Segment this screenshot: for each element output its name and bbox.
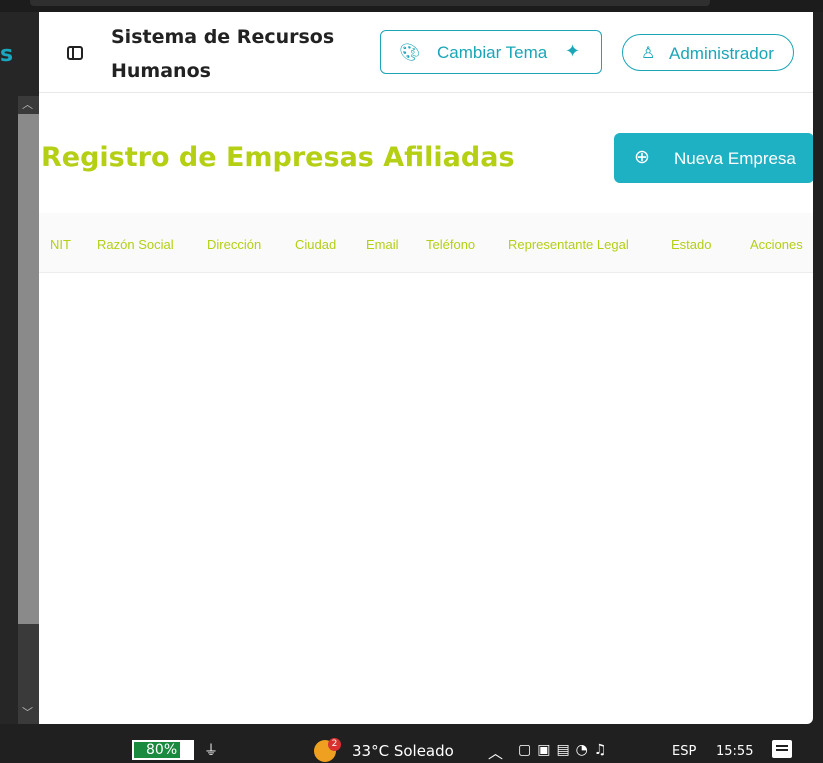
- column-header-razon-social[interactable]: Razón Social: [97, 237, 174, 252]
- column-header-telefono[interactable]: Teléfono: [426, 237, 475, 252]
- app-window: Sistema de Recursos Humanos 🎨︎ Cambiar T…: [39, 12, 813, 724]
- plug-icon: ⏚: [204, 743, 218, 759]
- user-menu-button[interactable]: ♙ Administrador: [622, 34, 794, 71]
- background-window-letter: s: [0, 42, 14, 67]
- weather-badge: 2: [328, 738, 341, 751]
- column-header-email[interactable]: Email: [366, 237, 399, 252]
- column-header-ciudad[interactable]: Ciudad: [295, 237, 336, 252]
- sparkles-icon: ✦: [565, 41, 581, 61]
- plus-circle-icon: ⊕: [634, 147, 650, 168]
- clock[interactable]: 15:55: [716, 744, 753, 759]
- taskbar: 80% ⏚ 2 33°C Soleado ︿ ▢▣▤◔♫ ESP 15:55: [0, 724, 823, 762]
- background-window-left: s ︿ ﹀: [0, 12, 39, 724]
- battery-percent: 80%: [146, 742, 178, 758]
- window-top-strip: [0, 0, 823, 12]
- change-theme-button[interactable]: 🎨︎ Cambiar Tema ✦: [380, 30, 602, 74]
- column-header-acciones[interactable]: Acciones: [750, 237, 803, 252]
- column-header-direccion[interactable]: Dirección: [207, 237, 261, 252]
- scroll-down-icon[interactable]: ﹀: [22, 704, 33, 720]
- palette-icon: 🎨︎: [399, 43, 421, 62]
- column-header-representante[interactable]: Representante Legal: [508, 237, 629, 252]
- column-header-estado[interactable]: Estado: [671, 237, 711, 252]
- new-company-button[interactable]: ⊕ Nueva Empresa: [614, 133, 813, 183]
- app-title: Sistema de Recursos Humanos: [111, 26, 335, 82]
- new-company-label: Nueva Empresa: [674, 149, 796, 168]
- scroll-up-icon[interactable]: ︿: [22, 96, 33, 112]
- notification-icon[interactable]: [772, 740, 792, 758]
- chevron-up-icon[interactable]: ︿: [488, 742, 503, 763]
- app-header: Sistema de Recursos Humanos 🎨︎ Cambiar T…: [39, 12, 813, 93]
- user-icon: ♙: [641, 45, 656, 62]
- scrollbar-thumb[interactable]: [18, 114, 39, 624]
- window-top-bar: [30, 0, 710, 6]
- change-theme-label: Cambiar Tema: [437, 43, 548, 62]
- system-tray-icons[interactable]: ▢▣▤◔♫: [518, 742, 612, 758]
- sidebar-toggle-icon[interactable]: [67, 46, 83, 60]
- battery-indicator[interactable]: 80%: [132, 740, 194, 760]
- column-header-nit[interactable]: NIT: [50, 237, 71, 252]
- user-menu-label: Administrador: [669, 44, 774, 63]
- table-header: NIT Razón Social Dirección Ciudad Email …: [39, 213, 813, 273]
- page-title: Registro de Empresas Afiliadas: [41, 142, 515, 173]
- language-indicator[interactable]: ESP: [672, 744, 696, 759]
- weather-text[interactable]: 33°C Soleado: [352, 742, 454, 760]
